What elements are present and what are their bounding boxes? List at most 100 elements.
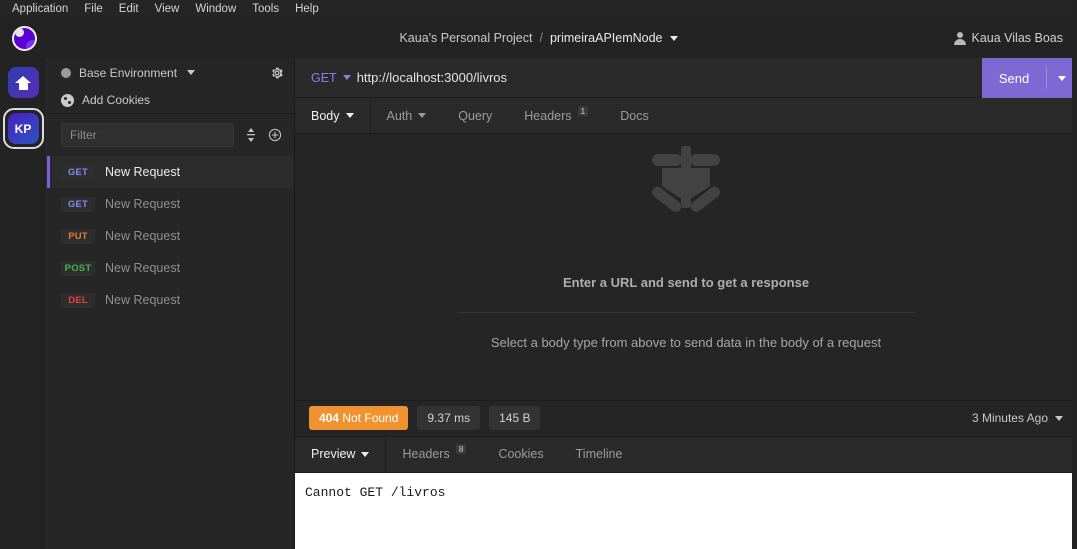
user-name: Kaua Vilas Boas xyxy=(971,31,1064,45)
cookie-icon xyxy=(61,93,74,107)
user-icon xyxy=(953,31,966,45)
menu-item-edit[interactable]: Edit xyxy=(111,0,147,18)
response-history-selector[interactable]: 3 Minutes Ago xyxy=(972,411,1063,425)
menu-bar: Application File Edit View Window Tools … xyxy=(0,0,1077,18)
request-list-item-3[interactable]: POST New Request xyxy=(47,252,294,284)
tab-label: Headers xyxy=(524,108,572,123)
menu-item-view[interactable]: View xyxy=(147,0,188,18)
status-code: 404 xyxy=(319,411,340,425)
request-name: New Request xyxy=(105,165,181,179)
status-text: Not Found xyxy=(342,411,399,425)
sidebar: Base Environment Add Cookies Filter GET … xyxy=(47,58,295,549)
request-method-badge: GET xyxy=(61,196,95,212)
plus-circle-icon[interactable] xyxy=(268,126,282,144)
response-headers-count-badge: 8 xyxy=(455,444,467,454)
search-input[interactable] xyxy=(61,123,234,147)
tab-label: Headers xyxy=(402,447,450,461)
gear-icon[interactable] xyxy=(270,66,284,80)
tab-preview[interactable]: Preview xyxy=(295,437,385,472)
response-tabs: Preview Headers 8 Cookies Timeline xyxy=(295,435,1077,473)
response-time[interactable]: 9.37 ms xyxy=(417,406,481,430)
environment-dot-icon xyxy=(61,67,71,78)
sort-icon[interactable] xyxy=(244,126,258,144)
send-button-label: Send xyxy=(998,70,1030,86)
empty-state-subtitle: Select a body type from above to send da… xyxy=(490,335,882,350)
rail-project-avatar[interactable]: KP xyxy=(7,113,39,144)
avatar-initials: KP xyxy=(14,121,32,136)
breadcrumb: Kaua's Personal Project / primeiraAPIemN… xyxy=(0,31,1077,45)
breadcrumb-workspace[interactable]: primeiraAPIemNode xyxy=(550,31,663,45)
response-timestamp: 3 Minutes Ago xyxy=(971,411,1048,425)
divider xyxy=(457,312,915,313)
rail-home-button[interactable] xyxy=(7,67,39,98)
send-button[interactable]: Send xyxy=(982,58,1077,98)
headers-count-badge: 1 xyxy=(577,105,589,116)
tab-query[interactable]: Query xyxy=(442,98,508,133)
url-bar: GET http://localhost:3000/livros Send xyxy=(295,58,1077,98)
request-name: New Request xyxy=(105,261,181,275)
breadcrumb-project[interactable]: Kaua's Personal Project xyxy=(399,31,532,45)
insomnia-window: Application File Edit View Window Tools … xyxy=(0,0,1077,549)
tab-headers[interactable]: Headers 1 xyxy=(508,98,604,133)
window-right-edge xyxy=(1072,0,1077,549)
tab-body[interactable]: Body xyxy=(295,98,370,133)
tab-label: Timeline xyxy=(575,447,623,461)
tab-response-headers[interactable]: Headers 8 xyxy=(385,436,482,472)
url-input[interactable]: http://localhost:3000/livros xyxy=(357,70,507,85)
chevron-down-icon[interactable] xyxy=(342,75,351,80)
request-tabs: Body Auth Query Headers 1 Docs xyxy=(295,98,1077,134)
chevron-down-icon[interactable] xyxy=(669,35,678,41)
environment-label: Base Environment xyxy=(79,65,178,80)
request-list-item-2[interactable]: PUT New Request xyxy=(47,220,294,252)
rail-project-selected-ring: KP xyxy=(2,108,44,149)
request-list-item-4[interactable]: DEL New Request xyxy=(47,284,294,316)
request-method-badge: POST xyxy=(61,260,95,276)
menu-item-file[interactable]: File xyxy=(76,0,111,18)
menu-item-application[interactable]: Application xyxy=(4,0,76,18)
menu-item-help[interactable]: Help xyxy=(287,0,327,18)
tab-label: Query xyxy=(458,108,493,123)
chevron-down-icon[interactable] xyxy=(187,70,196,75)
chevron-down-icon[interactable] xyxy=(361,451,370,457)
chevron-down-icon[interactable] xyxy=(345,113,354,118)
request-method-badge: DEL xyxy=(61,292,95,308)
tab-label: Cookies xyxy=(498,447,544,461)
tab-response-cookies[interactable]: Cookies xyxy=(482,437,559,472)
add-cookies-label: Add Cookies xyxy=(82,93,151,107)
tab-auth[interactable]: Auth xyxy=(369,98,443,133)
tab-timeline[interactable]: Timeline xyxy=(560,437,639,472)
request-list: GET New Request GET New Request PUT New … xyxy=(47,156,294,549)
tab-docs[interactable]: Docs xyxy=(604,98,664,133)
title-bar: Kaua's Personal Project / primeiraAPIemN… xyxy=(0,18,1077,58)
request-method-badge: GET xyxy=(61,164,95,180)
add-cookies-button[interactable]: Add Cookies xyxy=(47,87,294,113)
url-input-row[interactable]: GET http://localhost:3000/livros xyxy=(295,58,982,98)
request-response-pane: GET http://localhost:3000/livros Send Bo… xyxy=(295,58,1077,549)
method-selector-label[interactable]: GET xyxy=(311,71,337,85)
request-method-badge: PUT xyxy=(61,228,95,244)
tab-label: Docs xyxy=(620,108,649,123)
response-status-bar: 404 Not Found 9.37 ms 145 B 3 Minutes Ag… xyxy=(295,399,1077,436)
empty-state-title: Enter a URL and send to get a response xyxy=(562,275,810,290)
activity-rail: KP xyxy=(0,58,47,549)
environment-selector[interactable]: Base Environment xyxy=(47,58,294,87)
status-badge[interactable]: 404 Not Found xyxy=(309,406,409,430)
chevron-down-icon[interactable] xyxy=(418,113,427,118)
user-account[interactable]: Kaua Vilas Boas xyxy=(953,31,1064,45)
response-size[interactable]: 145 B xyxy=(489,406,541,430)
main-area: KP Base Environment Add Cookies Filter G… xyxy=(0,58,1077,549)
response-preview[interactable]: Cannot GET /livros xyxy=(295,472,1077,549)
chevron-down-icon[interactable] xyxy=(1055,415,1063,421)
request-list-item-0[interactable]: GET New Request xyxy=(47,156,294,188)
response-body-text: Cannot GET /livros xyxy=(305,484,446,500)
breadcrumb-separator: / xyxy=(539,31,543,45)
menu-item-tools[interactable]: Tools xyxy=(244,0,287,18)
tab-label: Body xyxy=(311,108,340,123)
request-name: New Request xyxy=(105,197,181,211)
request-name: New Request xyxy=(105,229,181,243)
menu-item-window[interactable]: Window xyxy=(187,0,244,18)
insomnia-bug-watermark-icon xyxy=(626,146,746,237)
filter-row xyxy=(47,114,294,156)
request-list-item-1[interactable]: GET New Request xyxy=(47,188,294,220)
tab-label: Preview xyxy=(311,447,356,461)
